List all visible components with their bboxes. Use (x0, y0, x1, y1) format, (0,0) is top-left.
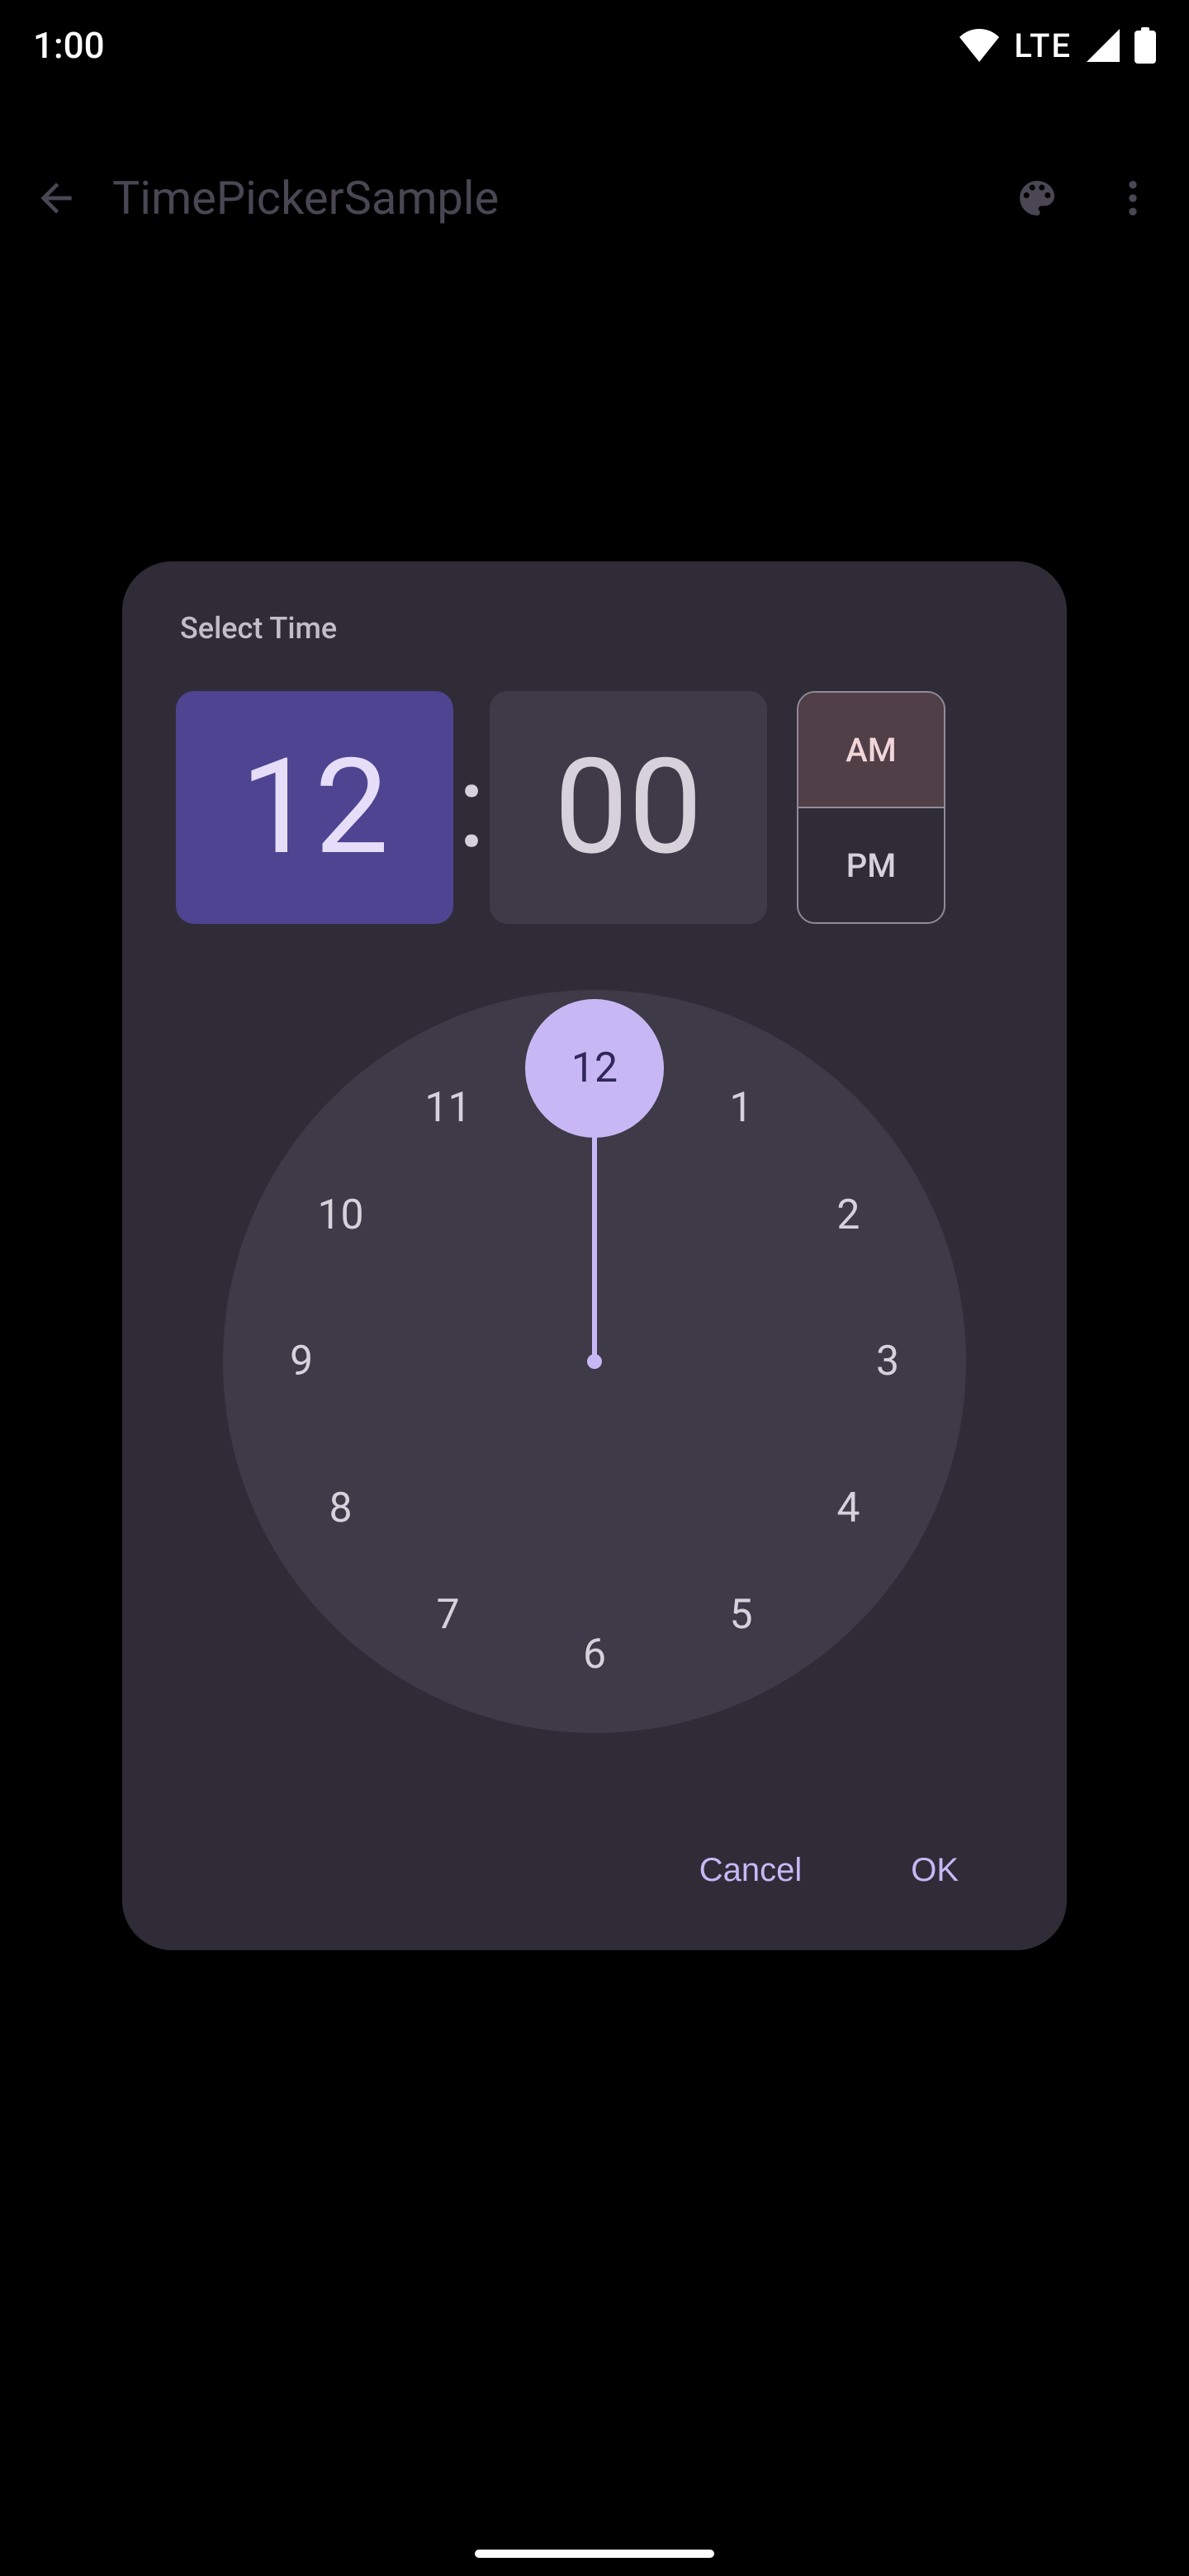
clock-number-2[interactable]: 2 (836, 1191, 860, 1239)
clock-number-10[interactable]: 10 (317, 1191, 363, 1239)
dialog-title: Select Time (180, 611, 1013, 646)
network-label: LTE (1014, 26, 1072, 65)
cell-signal-icon (1087, 29, 1120, 62)
cancel-button[interactable]: Cancel (670, 1832, 832, 1909)
clock-number-3[interactable]: 3 (876, 1338, 899, 1385)
status-right-cluster: LTE (959, 26, 1156, 65)
clock-number-8[interactable]: 8 (329, 1485, 352, 1532)
status-bar: 1:00 LTE (0, 0, 1189, 91)
wifi-icon (959, 29, 999, 62)
clock-face[interactable]: 12 1234567891011 (223, 990, 966, 1733)
battery-icon (1135, 27, 1156, 64)
dialog-actions: Cancel OK (176, 1832, 1013, 1909)
hour-field[interactable]: 12 (176, 691, 453, 924)
clock-number-11[interactable]: 11 (424, 1084, 471, 1132)
clock-number-7[interactable]: 7 (436, 1591, 459, 1639)
clock-number-9[interactable]: 9 (290, 1338, 313, 1385)
clock-number-6[interactable]: 6 (583, 1631, 606, 1679)
clock-center (587, 1354, 602, 1369)
time-colon: : (453, 740, 490, 875)
minute-field[interactable]: 00 (490, 691, 767, 924)
app-title: TimePickerSample (112, 171, 1014, 225)
ampm-toggle: AM PM (797, 691, 945, 924)
back-icon[interactable] (33, 175, 79, 221)
more-icon[interactable] (1110, 175, 1156, 221)
app-bar: TimePickerSample (0, 149, 1189, 248)
nav-handle[interactable] (475, 2550, 714, 2558)
status-clock: 1:00 (33, 24, 105, 67)
clock-number-5[interactable]: 5 (729, 1591, 752, 1639)
palette-icon[interactable] (1014, 175, 1060, 221)
clock-selector[interactable]: 12 (525, 999, 664, 1138)
clock-number-1[interactable]: 1 (729, 1084, 752, 1132)
time-picker-dialog: Select Time 12 : 00 AM PM 12 12345678910… (122, 561, 1067, 1950)
clock-number-4[interactable]: 4 (836, 1485, 860, 1532)
am-button[interactable]: AM (798, 693, 944, 808)
ok-button[interactable]: OK (881, 1832, 988, 1909)
pm-button[interactable]: PM (798, 808, 944, 922)
time-row: 12 : 00 AM PM (176, 691, 1013, 924)
